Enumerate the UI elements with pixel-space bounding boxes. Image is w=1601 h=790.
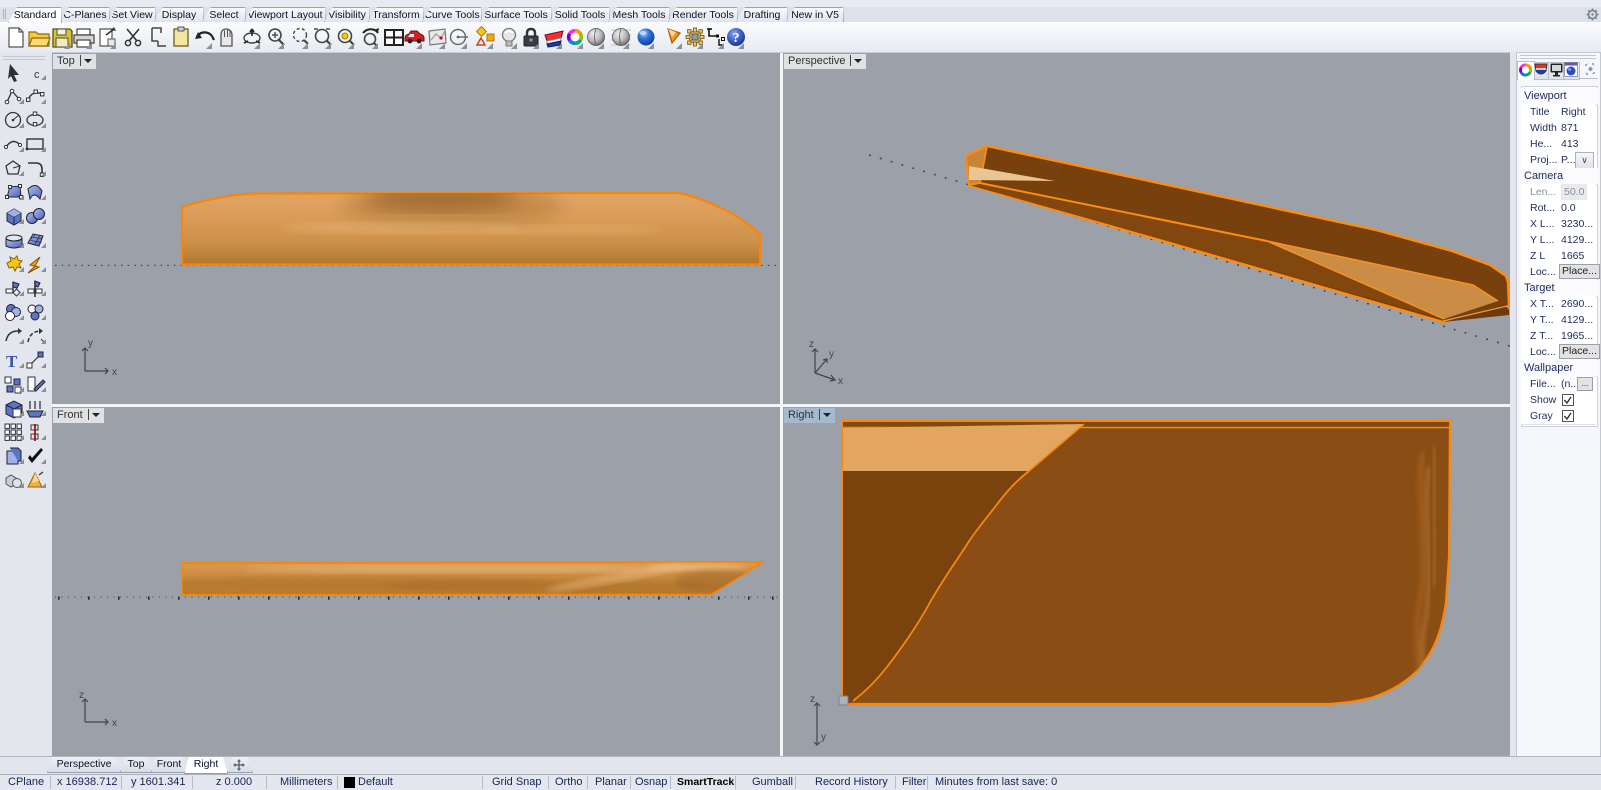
svg-text:x: x — [112, 718, 117, 729]
svg-text:c: c — [34, 69, 40, 81]
svg-text:T: T — [6, 352, 18, 371]
svg-text:y: y — [821, 732, 826, 743]
svg-text:y: y — [88, 338, 93, 349]
svg-text:?: ? — [733, 31, 740, 46]
svg-text:z: z — [809, 339, 814, 350]
svg-text:x: x — [838, 376, 843, 387]
svg-text:x: x — [112, 367, 117, 378]
svg-text:z: z — [810, 694, 815, 705]
svg-text:z: z — [79, 690, 84, 701]
svg-text:y: y — [829, 349, 834, 360]
